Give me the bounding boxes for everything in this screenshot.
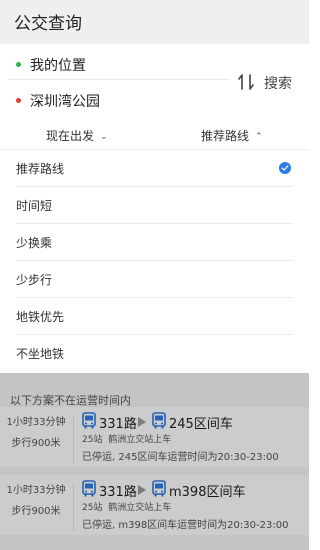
swap-icon[interactable] bbox=[236, 72, 256, 92]
route-option-recommended[interactable]: 推荐路线 bbox=[16, 150, 293, 187]
route-option-label: 少换乘 bbox=[16, 236, 53, 250]
app-header: 公交查询 bbox=[0, 0, 309, 44]
origin-text: 我的位置 bbox=[30, 58, 86, 74]
page-title: 公交查询 bbox=[14, 14, 82, 34]
check-icon bbox=[279, 162, 291, 174]
search-button[interactable]: 搜索 bbox=[264, 73, 292, 93]
route-option-subway-first[interactable]: 地铁优先 bbox=[16, 298, 293, 335]
route-option-fewer-transfers[interactable]: 少换乘 bbox=[16, 224, 293, 261]
search-panel: 我的位置 深圳湾公园 搜索 bbox=[0, 44, 309, 120]
route-option-label: 推荐路线 bbox=[16, 162, 65, 176]
route-option-label: 时间短 bbox=[16, 199, 53, 213]
route-option-label: 少步行 bbox=[16, 273, 53, 287]
origin-dot-icon bbox=[16, 62, 21, 67]
route-option-shortest-time[interactable]: 时间短 bbox=[16, 187, 293, 224]
departure-time-dropdown[interactable]: 现在出发 ⌄ bbox=[46, 127, 108, 144]
destination-text: 深圳湾公园 bbox=[30, 94, 100, 110]
route-option-label: 地铁优先 bbox=[16, 310, 65, 324]
route-preference-label: 推荐路线 bbox=[201, 129, 250, 143]
route-option-label: 不坐地铁 bbox=[16, 347, 65, 361]
destination-field[interactable]: 深圳湾公园 bbox=[8, 84, 230, 116]
chevron-down-icon: ⌄ bbox=[100, 132, 108, 142]
route-option-no-subway[interactable]: 不坐地铁 bbox=[16, 335, 293, 372]
chevron-up-icon: ⌃ bbox=[255, 132, 263, 142]
route-option-less-walking[interactable]: 少步行 bbox=[16, 261, 293, 298]
route-options-list: 推荐路线 时间短 少换乘 少步行 地铁优先 不坐地铁 bbox=[0, 150, 309, 373]
departure-time-label: 现在出发 bbox=[46, 129, 95, 143]
dropdown-dim-overlay[interactable] bbox=[0, 373, 309, 550]
destination-dot-icon bbox=[16, 98, 21, 103]
filter-bar: 现在出发 ⌄ 推荐路线 ⌃ bbox=[0, 120, 309, 150]
route-preference-dropdown[interactable]: 推荐路线 ⌃ bbox=[201, 127, 263, 144]
origin-field[interactable]: 我的位置 bbox=[8, 48, 230, 80]
